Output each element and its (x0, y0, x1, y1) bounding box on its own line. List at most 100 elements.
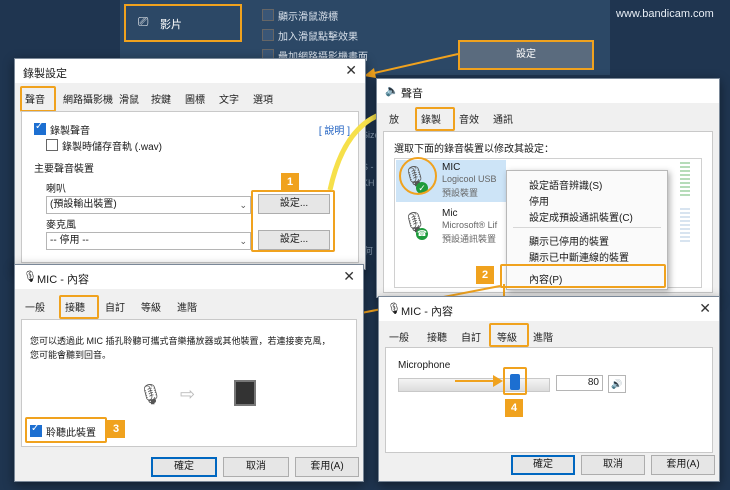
speaker-value: (預設輸出裝置) (50, 199, 117, 210)
recording-settings-titlebar: 錄製設定 ✕ (15, 59, 365, 83)
close-icon[interactable]: ✕ (699, 300, 711, 317)
tab-levels[interactable]: 等級 (141, 299, 161, 314)
highlight-listen-checkbox (25, 417, 107, 443)
ok-button[interactable]: 確定 (151, 457, 217, 477)
mic-listen-titlebar: 🎙 MIC - 內容 ✕ (15, 265, 363, 289)
tab-keys[interactable]: 按鍵 (151, 91, 171, 106)
menu-separator (513, 227, 661, 228)
save-wav-checkbox[interactable]: 錄製時儲存音軌 (.wav) (46, 138, 162, 153)
device-row-mic2[interactable]: 🎙 ☎ Mic Microsoft® Lif 預設通訊裝置 (396, 206, 506, 248)
tab-general[interactable]: 一般 (25, 299, 45, 314)
apply-button[interactable]: 套用(A) (651, 455, 715, 475)
speaker-select[interactable]: (預設輸出裝置) ⌄ (46, 196, 251, 214)
level-meter-2 (680, 208, 690, 244)
close-icon[interactable]: ✕ (345, 62, 357, 79)
instruction-text: 選取下面的錄音裝置以修改其設定： (394, 144, 554, 155)
speaker-label: 喇叭 (46, 184, 66, 195)
bg-cb-label-1: 顯示滑鼠游標 (278, 12, 338, 23)
level-value-field[interactable]: 80 (556, 375, 603, 391)
level-label: Microphone (398, 360, 451, 371)
device-status: 預設裝置 (442, 188, 479, 198)
volume-icon[interactable]: 🔊 (608, 375, 626, 393)
tab-advanced[interactable]: 進階 (177, 299, 197, 314)
tab-custom[interactable]: 自訂 (105, 299, 125, 314)
window-title: MIC - 內容 (37, 274, 89, 286)
speaker-icon: 🔈 (385, 85, 399, 97)
menu-item-set-default-comm[interactable]: 設定成預設通訊裝置(C) (529, 209, 633, 224)
highlight-menu-properties (500, 264, 666, 288)
menu-item-speech[interactable]: 設定語音辨識(S) (529, 177, 602, 192)
checkbox-unchecked (46, 139, 58, 151)
tab-options[interactable]: 選項 (253, 91, 273, 106)
bg-cb-label-2: 加入滑鼠點擊效果 (278, 32, 358, 43)
tab-advanced[interactable]: 進階 (533, 329, 553, 344)
bg-checkbox-cursor[interactable]: 顯示滑鼠游標 (262, 8, 338, 23)
recording-settings-window: 錄製設定 ✕ 聲音 網路攝影機 滑鼠 按鍵 圖標 文字 選項 錄製聲音 錄製時儲… (14, 58, 366, 270)
device-desc: Logicool USB (442, 174, 497, 184)
mic-properties-levels-window: 🎙 MIC - 內容 ✕ 一般 接聽 自訂 等級 進階 Microphone 8… (378, 296, 720, 482)
video-icon: ⎚ (138, 14, 149, 29)
microphone-icon: 🎙 (23, 271, 37, 283)
tab-communications[interactable]: 通訊 (493, 111, 513, 126)
bg-menu-item-label: 影片 (160, 19, 182, 31)
mic-label: 麥克風 (46, 220, 76, 231)
step-badge-3: 3 (107, 420, 125, 438)
highlight-tab-levels (489, 323, 529, 347)
highlight-tab-recording (415, 107, 455, 131)
window-title: 錄製設定 (23, 68, 67, 80)
save-wav-label: 錄製時儲存音軌 (.wav) (62, 142, 162, 153)
apply-button[interactable]: 套用(A) (295, 457, 359, 477)
menu-item-disable[interactable]: 停用 (529, 193, 549, 208)
menu-item-show-disconnected[interactable]: 顯示已中斷連線的裝置 (529, 249, 629, 264)
highlight-tab-listen (59, 295, 99, 319)
bg-cb-box-1 (262, 9, 274, 21)
device-status: 預設通訊裝置 (442, 234, 497, 244)
sound-dialog-titlebar: 🔈 聲音 (377, 79, 719, 103)
tab-logo[interactable]: 圖標 (185, 91, 205, 106)
device-desc: Microsoft® Lif (442, 220, 498, 230)
mic-properties-listen-window: 🎙 MIC - 內容 ✕ 一般 接聽 自訂 等級 進階 您可以透過此 MIC 插… (14, 264, 364, 482)
watermark: www.bandicam.com (616, 8, 714, 20)
tab-effects[interactable]: 音效 (459, 111, 479, 126)
main-device-heading: 主要聲音裝置 (34, 164, 94, 175)
listen-description-1: 您可以透過此 MIC 插孔聆聽可攜式音樂播放器或其他裝置，若連接麥克風， (30, 336, 331, 346)
menu-item-show-disabled[interactable]: 顯示已停用的裝置 (529, 233, 609, 248)
device-name: Mic (442, 208, 458, 219)
tab-listen[interactable]: 接聽 (427, 329, 447, 344)
bg-cb-box-2 (262, 29, 274, 41)
cancel-button[interactable]: 取消 (223, 457, 289, 477)
bg-menu-item-video[interactable]: ⎚ 影片 (124, 4, 242, 42)
bg-checkbox-click[interactable]: 加入滑鼠點擊效果 (262, 28, 358, 43)
step-badge-1: 1 (281, 173, 299, 191)
listen-description-2: 您可能會聽到回音。 (30, 350, 112, 360)
chevron-down-icon: ⌄ (239, 236, 247, 246)
step-badge-4: 4 (505, 399, 523, 417)
mic-levels-tabs: 一般 接聽 自訂 等級 進階 (385, 327, 713, 347)
arrow-to-slider (455, 375, 503, 387)
ok-button[interactable]: 確定 (511, 455, 575, 475)
tab-text[interactable]: 文字 (219, 91, 239, 106)
tab-playback[interactable]: 放 (389, 111, 399, 126)
cancel-button[interactable]: 取消 (581, 455, 645, 475)
microphone-icon: 🎙 (387, 303, 401, 315)
record-sound-checkbox[interactable]: 錄製聲音 (34, 121, 90, 137)
device-name: MIC (442, 162, 461, 173)
mic-value: -- 停用 -- (50, 235, 89, 246)
bg-settings-button[interactable]: 設定 (458, 40, 594, 70)
tab-webcam[interactable]: 網路攝影機 (63, 91, 113, 106)
checkbox-checked (34, 121, 46, 135)
chevron-down-icon: ⌄ (239, 200, 247, 210)
highlight-tab-sound (20, 86, 56, 112)
record-sound-label: 錄製聲音 (50, 126, 90, 137)
tab-mouse[interactable]: 滑鼠 (119, 91, 139, 106)
microphone-icon: 🎙 (138, 384, 164, 406)
window-title: 聲音 (401, 88, 423, 100)
mic-select[interactable]: -- 停用 -- ⌄ (46, 232, 251, 250)
phone-icon: ☎ (416, 228, 428, 240)
mic-levels-titlebar: 🎙 MIC - 內容 ✕ (379, 297, 719, 321)
recording-settings-tabs: 聲音 網路攝影機 滑鼠 按鍵 圖標 文字 選項 (21, 89, 359, 109)
tab-custom[interactable]: 自訂 (461, 329, 481, 344)
tab-general[interactable]: 一般 (389, 329, 409, 344)
close-icon[interactable]: ✕ (343, 268, 355, 285)
level-meter-1 (680, 162, 690, 198)
